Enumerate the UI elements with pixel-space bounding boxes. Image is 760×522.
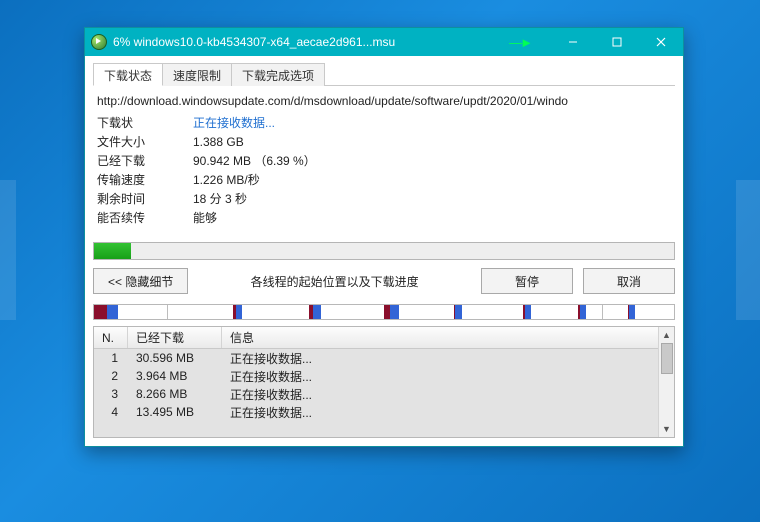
- threads-caption: 各线程的起始位置以及下载进度: [198, 273, 471, 290]
- scroll-up-icon[interactable]: ▲: [659, 327, 675, 343]
- scrollbar-thumb[interactable]: [661, 343, 673, 374]
- timeline-segment: [390, 305, 399, 319]
- cell-info: 正在接收数据...: [222, 368, 674, 385]
- cell-n: 1: [94, 351, 128, 365]
- tab-0[interactable]: 下载状态: [93, 63, 163, 86]
- table-row[interactable]: 413.495 MB正在接收数据...: [94, 403, 674, 421]
- cell-info: 正在接收数据...: [222, 386, 674, 403]
- pause-button[interactable]: 暂停: [481, 268, 573, 294]
- cell-downloaded: 30.596 MB: [128, 351, 222, 365]
- timeline-segment: [313, 305, 321, 319]
- timeline-segment: [629, 305, 635, 319]
- cell-info: 正在接收数据...: [222, 350, 674, 367]
- cell-downloaded: 13.495 MB: [128, 405, 222, 419]
- cell-downloaded: 8.266 MB: [128, 387, 222, 401]
- timeline-segment: [525, 305, 531, 319]
- filesize-label: 文件大小: [97, 133, 193, 152]
- tab-2[interactable]: 下载完成选项: [231, 63, 325, 86]
- filesize-value: 1.388 GB: [193, 133, 244, 152]
- cancel-button[interactable]: 取消: [583, 268, 675, 294]
- progress-bar: [93, 242, 675, 260]
- window-title: 6% windows10.0-kb4534307-x64_aecae2d961.…: [113, 35, 395, 49]
- cell-downloaded: 3.964 MB: [128, 369, 222, 383]
- download-dialog: 6% windows10.0-kb4534307-x64_aecae2d961.…: [84, 27, 684, 447]
- cell-n: 3: [94, 387, 128, 401]
- status-label: 下载状: [97, 114, 193, 133]
- cell-info: 正在接收数据...: [222, 404, 674, 421]
- app-icon: [91, 34, 107, 50]
- resume-label: 能否续传: [97, 209, 193, 228]
- col-header-n[interactable]: N.: [94, 327, 128, 348]
- timeline-segment: [236, 305, 243, 319]
- scroll-down-icon[interactable]: ▼: [659, 421, 675, 437]
- speed-value: 1.226 MB/秒: [193, 171, 260, 190]
- timeline-segment: [455, 305, 462, 319]
- timeline-segment: [580, 305, 586, 319]
- table-row[interactable]: 130.596 MB正在接收数据...: [94, 349, 674, 367]
- downloaded-label: 已经下载: [97, 152, 193, 171]
- remaining-value: 18 分 3 秒: [193, 190, 247, 209]
- titlebar[interactable]: 6% windows10.0-kb4534307-x64_aecae2d961.…: [85, 28, 683, 56]
- col-header-info[interactable]: 信息: [222, 327, 674, 348]
- close-button[interactable]: [639, 28, 683, 56]
- resume-value: 能够: [193, 209, 217, 228]
- download-info: 下载状 正在接收数据... 文件大小 1.388 GB 已经下载 90.942 …: [93, 112, 675, 234]
- minimize-button[interactable]: [551, 28, 595, 56]
- cell-n: 2: [94, 369, 128, 383]
- tab-bar: 下载状态速度限制下载完成选项: [93, 62, 675, 86]
- download-url: http://download.windowsupdate.com/d/msdo…: [93, 86, 675, 112]
- cell-n: 4: [94, 405, 128, 419]
- hide-details-button[interactable]: << 隐藏细节: [93, 268, 188, 294]
- table-row[interactable]: 23.964 MB正在接收数据...: [94, 367, 674, 385]
- progress-fill: [94, 243, 131, 259]
- remaining-label: 剩余时间: [97, 190, 193, 209]
- table-row[interactable]: 38.266 MB正在接收数据...: [94, 385, 674, 403]
- col-header-downloaded[interactable]: 已经下载: [128, 327, 222, 348]
- maximize-button[interactable]: [595, 28, 639, 56]
- status-value: 正在接收数据...: [193, 114, 275, 133]
- tab-1[interactable]: 速度限制: [162, 63, 232, 86]
- speed-label: 传输速度: [97, 171, 193, 190]
- timeline-segment: [107, 305, 119, 319]
- downloaded-value: 90.942 MB （6.39 %）: [193, 152, 316, 171]
- threads-scrollbar[interactable]: ▲ ▼: [658, 327, 674, 437]
- timeline-segment: [94, 305, 107, 319]
- threads-table: N. 已经下载 信息 130.596 MB正在接收数据...23.964 MB正…: [93, 326, 675, 438]
- thread-timeline: [93, 304, 675, 320]
- arrow-icon: —►: [509, 35, 531, 50]
